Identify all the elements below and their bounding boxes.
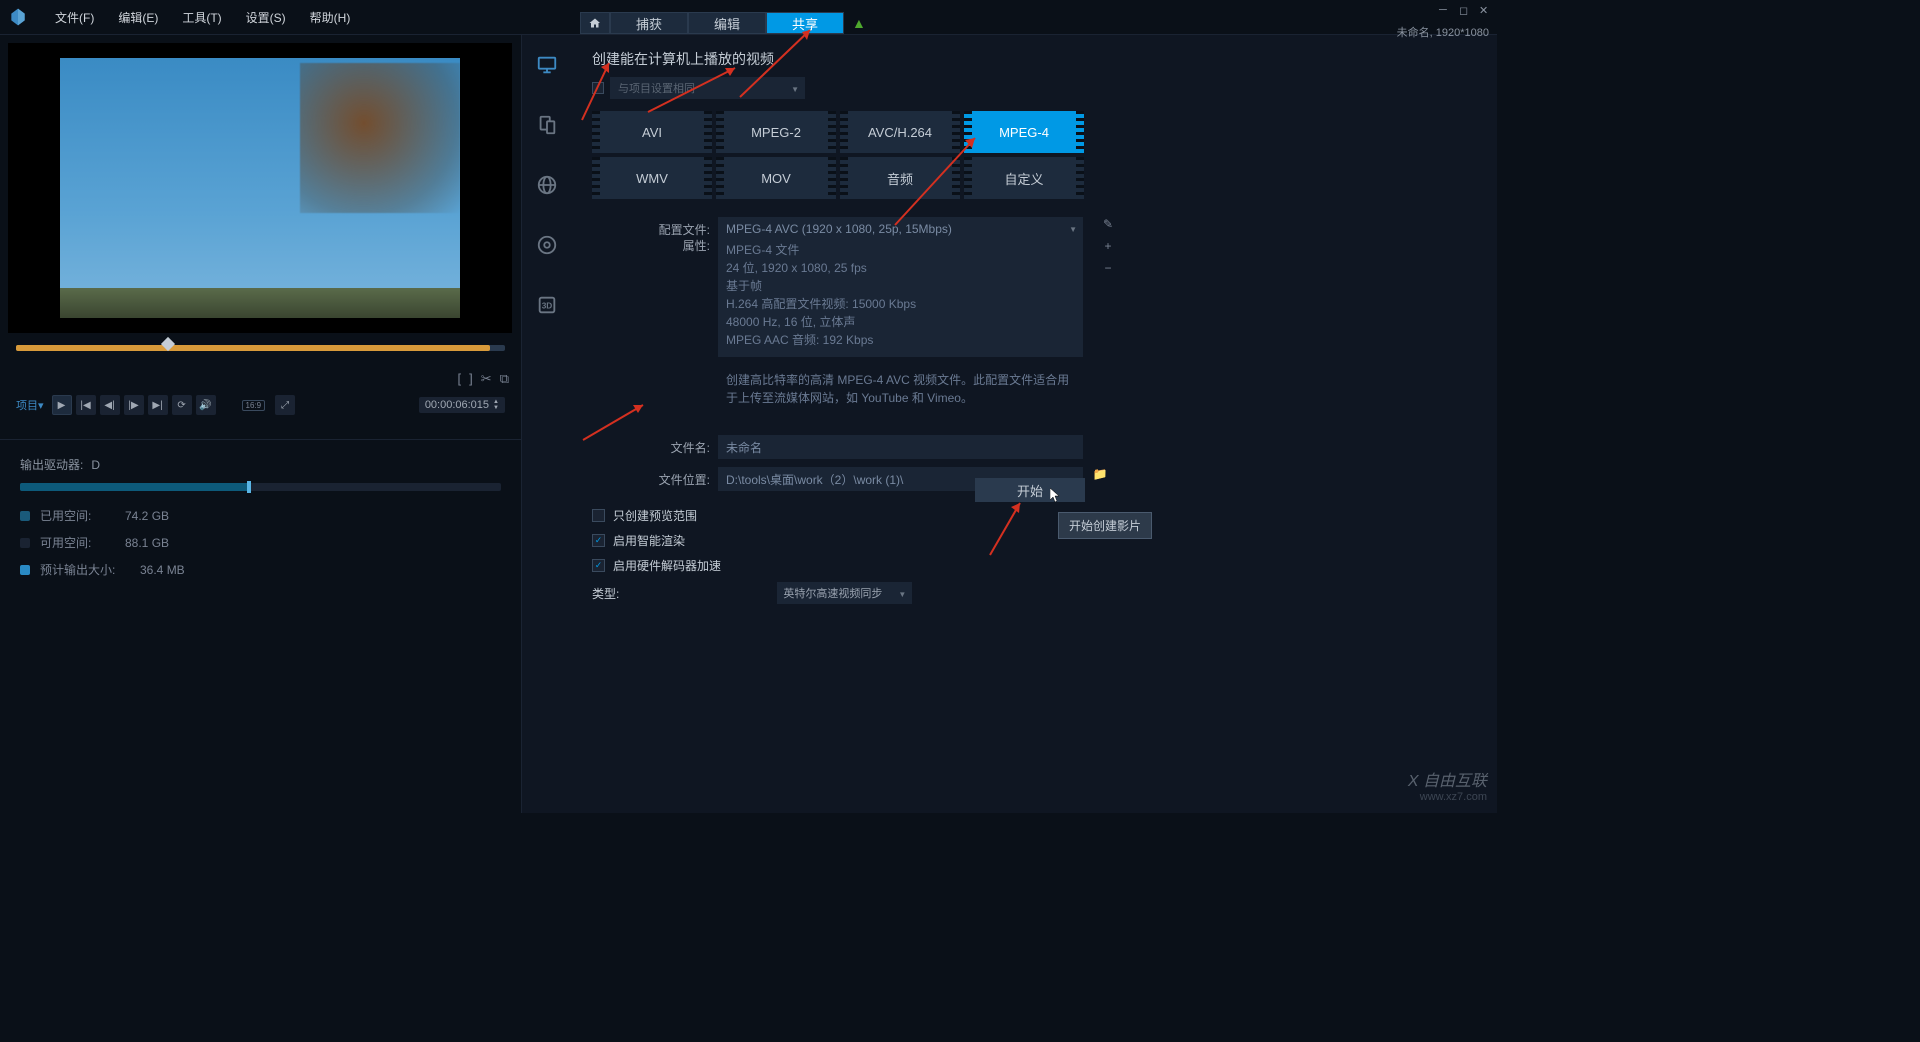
copy-icon[interactable]: ⧉ bbox=[500, 371, 509, 387]
menu-file[interactable]: 文件(F) bbox=[43, 9, 106, 26]
section-title: 创建能在计算机上播放的视频 bbox=[592, 49, 1477, 69]
browse-folder-icon[interactable]: 📁 bbox=[1091, 467, 1109, 481]
project-label: 项目▾ bbox=[16, 397, 44, 413]
prev-button[interactable]: |◀ bbox=[76, 395, 96, 415]
tab-home[interactable] bbox=[580, 12, 610, 34]
timecode[interactable]: 00:00:06:015 ▲▼ bbox=[419, 397, 505, 413]
next-button[interactable]: ▶| bbox=[148, 395, 168, 415]
computer-icon[interactable] bbox=[531, 49, 563, 81]
free-color-icon bbox=[20, 538, 30, 548]
left-panel: [ ] ✂ ⧉ 项目▾ ▶ |◀ ◀| |▶ ▶| ⟳ 🔊 16:9 ⤢ 0 bbox=[0, 35, 522, 813]
project-settings-select[interactable]: 与项目设置相同 ▼ bbox=[610, 77, 805, 99]
cursor-icon bbox=[1050, 488, 1062, 504]
step-fwd-button[interactable]: |▶ bbox=[124, 395, 144, 415]
preview-frame bbox=[8, 43, 512, 333]
profile-select[interactable]: MPEG-4 AVC (1920 x 1080, 25p, 15Mbps) ▼ bbox=[718, 217, 1083, 241]
playback-controls: 项目▾ ▶ |◀ ◀| |▶ ▶| ⟳ 🔊 16:9 ⤢ 00:00:06:01… bbox=[8, 387, 513, 423]
format-wmv[interactable]: WMV bbox=[592, 157, 712, 199]
home-icon bbox=[589, 17, 601, 29]
menu-settings[interactable]: 设置(S) bbox=[234, 9, 298, 26]
aspect-ratio[interactable]: 16:9 bbox=[242, 400, 266, 411]
minimize-button[interactable]: ─ bbox=[1439, 4, 1449, 14]
content: 创建能在计算机上播放的视频 与项目设置相同 ▼ AVI MPEG-2 AVC/H… bbox=[572, 35, 1497, 813]
free-label: 可用空间: bbox=[40, 534, 115, 551]
hw-decode-checkbox[interactable] bbox=[592, 559, 605, 572]
disk-panel: 输出驱动器: D 已用空间: 74.2 GB 可用空间: 88.1 GB 预计输… bbox=[0, 439, 521, 604]
check-area: 只创建预览范围 启用智能渲染 启用硬件解码器加速 类型: 英特尔高速视频同步 ▼ bbox=[592, 507, 1477, 604]
svg-text:3D: 3D bbox=[542, 302, 553, 311]
web-icon[interactable] bbox=[531, 169, 563, 201]
filename-input[interactable] bbox=[718, 435, 1083, 459]
menu-help[interactable]: 帮助(H) bbox=[298, 9, 363, 26]
menu-edit[interactable]: 编辑(E) bbox=[106, 9, 170, 26]
loop-button[interactable]: ⟳ bbox=[172, 395, 192, 415]
used-value: 74.2 GB bbox=[125, 509, 169, 523]
upload-icon[interactable]: ▲ bbox=[852, 15, 866, 31]
play-button[interactable]: ▶ bbox=[52, 395, 72, 415]
preview-image bbox=[60, 58, 460, 318]
type-select[interactable]: 英特尔高速视频同步 ▼ bbox=[777, 582, 912, 604]
watermark: X 自由互联 www.xz7.com bbox=[1408, 767, 1487, 803]
window-controls: ─ ◻ ✕ bbox=[1439, 4, 1489, 14]
maximize-button[interactable]: ◻ bbox=[1459, 4, 1469, 14]
output-label: 预计输出大小: bbox=[40, 561, 130, 578]
output-value: 36.4 MB bbox=[140, 563, 185, 577]
app-logo-icon bbox=[8, 7, 28, 27]
3d-icon[interactable]: 3D bbox=[531, 289, 563, 321]
mark-in-button[interactable]: [ bbox=[458, 371, 462, 387]
attr-label: 属性: bbox=[642, 233, 710, 254]
mark-out-button[interactable]: ] bbox=[469, 371, 473, 387]
used-label: 已用空间: bbox=[40, 507, 115, 524]
free-value: 88.1 GB bbox=[125, 536, 169, 550]
top-tabs: 捕获 编辑 共享 ▲ bbox=[580, 12, 866, 34]
location-label: 文件位置: bbox=[642, 467, 710, 488]
format-mpeg2[interactable]: MPEG-2 bbox=[716, 111, 836, 153]
edit-profile-icon[interactable]: ✎ bbox=[1099, 217, 1117, 231]
menu-tools[interactable]: 工具(T) bbox=[170, 9, 233, 26]
close-button[interactable]: ✕ bbox=[1479, 4, 1489, 14]
attr-description: 创建高比特率的高清 MPEG-4 AVC 视频文件。此配置文件适合用于上传至流媒… bbox=[718, 365, 1083, 413]
cut-icon[interactable]: ✂ bbox=[481, 371, 492, 387]
drive-label: 输出驱动器: bbox=[20, 456, 83, 473]
attr-box: MPEG-4 文件 24 位, 1920 x 1080, 25 fps 基于帧 … bbox=[718, 233, 1083, 357]
format-audio[interactable]: 音频 bbox=[840, 157, 960, 199]
preview-area: [ ] ✂ ⧉ 项目▾ ▶ |◀ ◀| |▶ ▶| ⟳ 🔊 16:9 ⤢ 0 bbox=[0, 35, 521, 431]
used-color-icon bbox=[20, 511, 30, 521]
disc-icon[interactable] bbox=[531, 229, 563, 261]
project-info: 未命名, 1920*1080 bbox=[1397, 24, 1489, 40]
format-avc[interactable]: AVC/H.264 bbox=[840, 111, 960, 153]
step-back-button[interactable]: ◀| bbox=[100, 395, 120, 415]
same-as-project-checkbox[interactable] bbox=[592, 82, 604, 94]
format-mov[interactable]: MOV bbox=[716, 157, 836, 199]
tab-share[interactable]: 共享 bbox=[766, 12, 844, 34]
disk-usage-bar bbox=[20, 483, 501, 491]
format-custom[interactable]: 自定义 bbox=[964, 157, 1084, 199]
start-tooltip: 开始创建影片 bbox=[1058, 512, 1152, 539]
volume-button[interactable]: 🔊 bbox=[196, 395, 216, 415]
expand-button[interactable]: ⤢ bbox=[275, 395, 295, 415]
type-label: 类型: bbox=[592, 585, 619, 602]
device-icon[interactable] bbox=[531, 109, 563, 141]
scrubber[interactable] bbox=[16, 345, 505, 363]
remove-profile-icon[interactable]: − bbox=[1099, 261, 1117, 275]
add-profile-icon[interactable]: + bbox=[1099, 239, 1117, 253]
format-avi[interactable]: AVI bbox=[592, 111, 712, 153]
format-mpeg4[interactable]: MPEG-4 bbox=[964, 111, 1084, 153]
right-panel: 3D 创建能在计算机上播放的视频 与项目设置相同 ▼ AVI MPEG-2 AV… bbox=[522, 35, 1497, 813]
smart-render-checkbox[interactable] bbox=[592, 534, 605, 547]
filename-label: 文件名: bbox=[642, 435, 710, 456]
tab-capture[interactable]: 捕获 bbox=[610, 12, 688, 34]
tab-edit[interactable]: 编辑 bbox=[688, 12, 766, 34]
hw-decode-label: 启用硬件解码器加速 bbox=[613, 557, 721, 574]
output-color-icon bbox=[20, 565, 30, 575]
start-button[interactable]: 开始 bbox=[975, 478, 1085, 502]
smart-render-label: 启用智能渲染 bbox=[613, 532, 685, 549]
preview-only-label: 只创建预览范围 bbox=[613, 507, 697, 524]
preview-only-checkbox[interactable] bbox=[592, 509, 605, 522]
side-icons: 3D bbox=[522, 35, 572, 813]
format-grid: AVI MPEG-2 AVC/H.264 MPEG-4 WMV MOV 音频 自… bbox=[592, 111, 1477, 199]
drive-value: D bbox=[91, 458, 100, 472]
